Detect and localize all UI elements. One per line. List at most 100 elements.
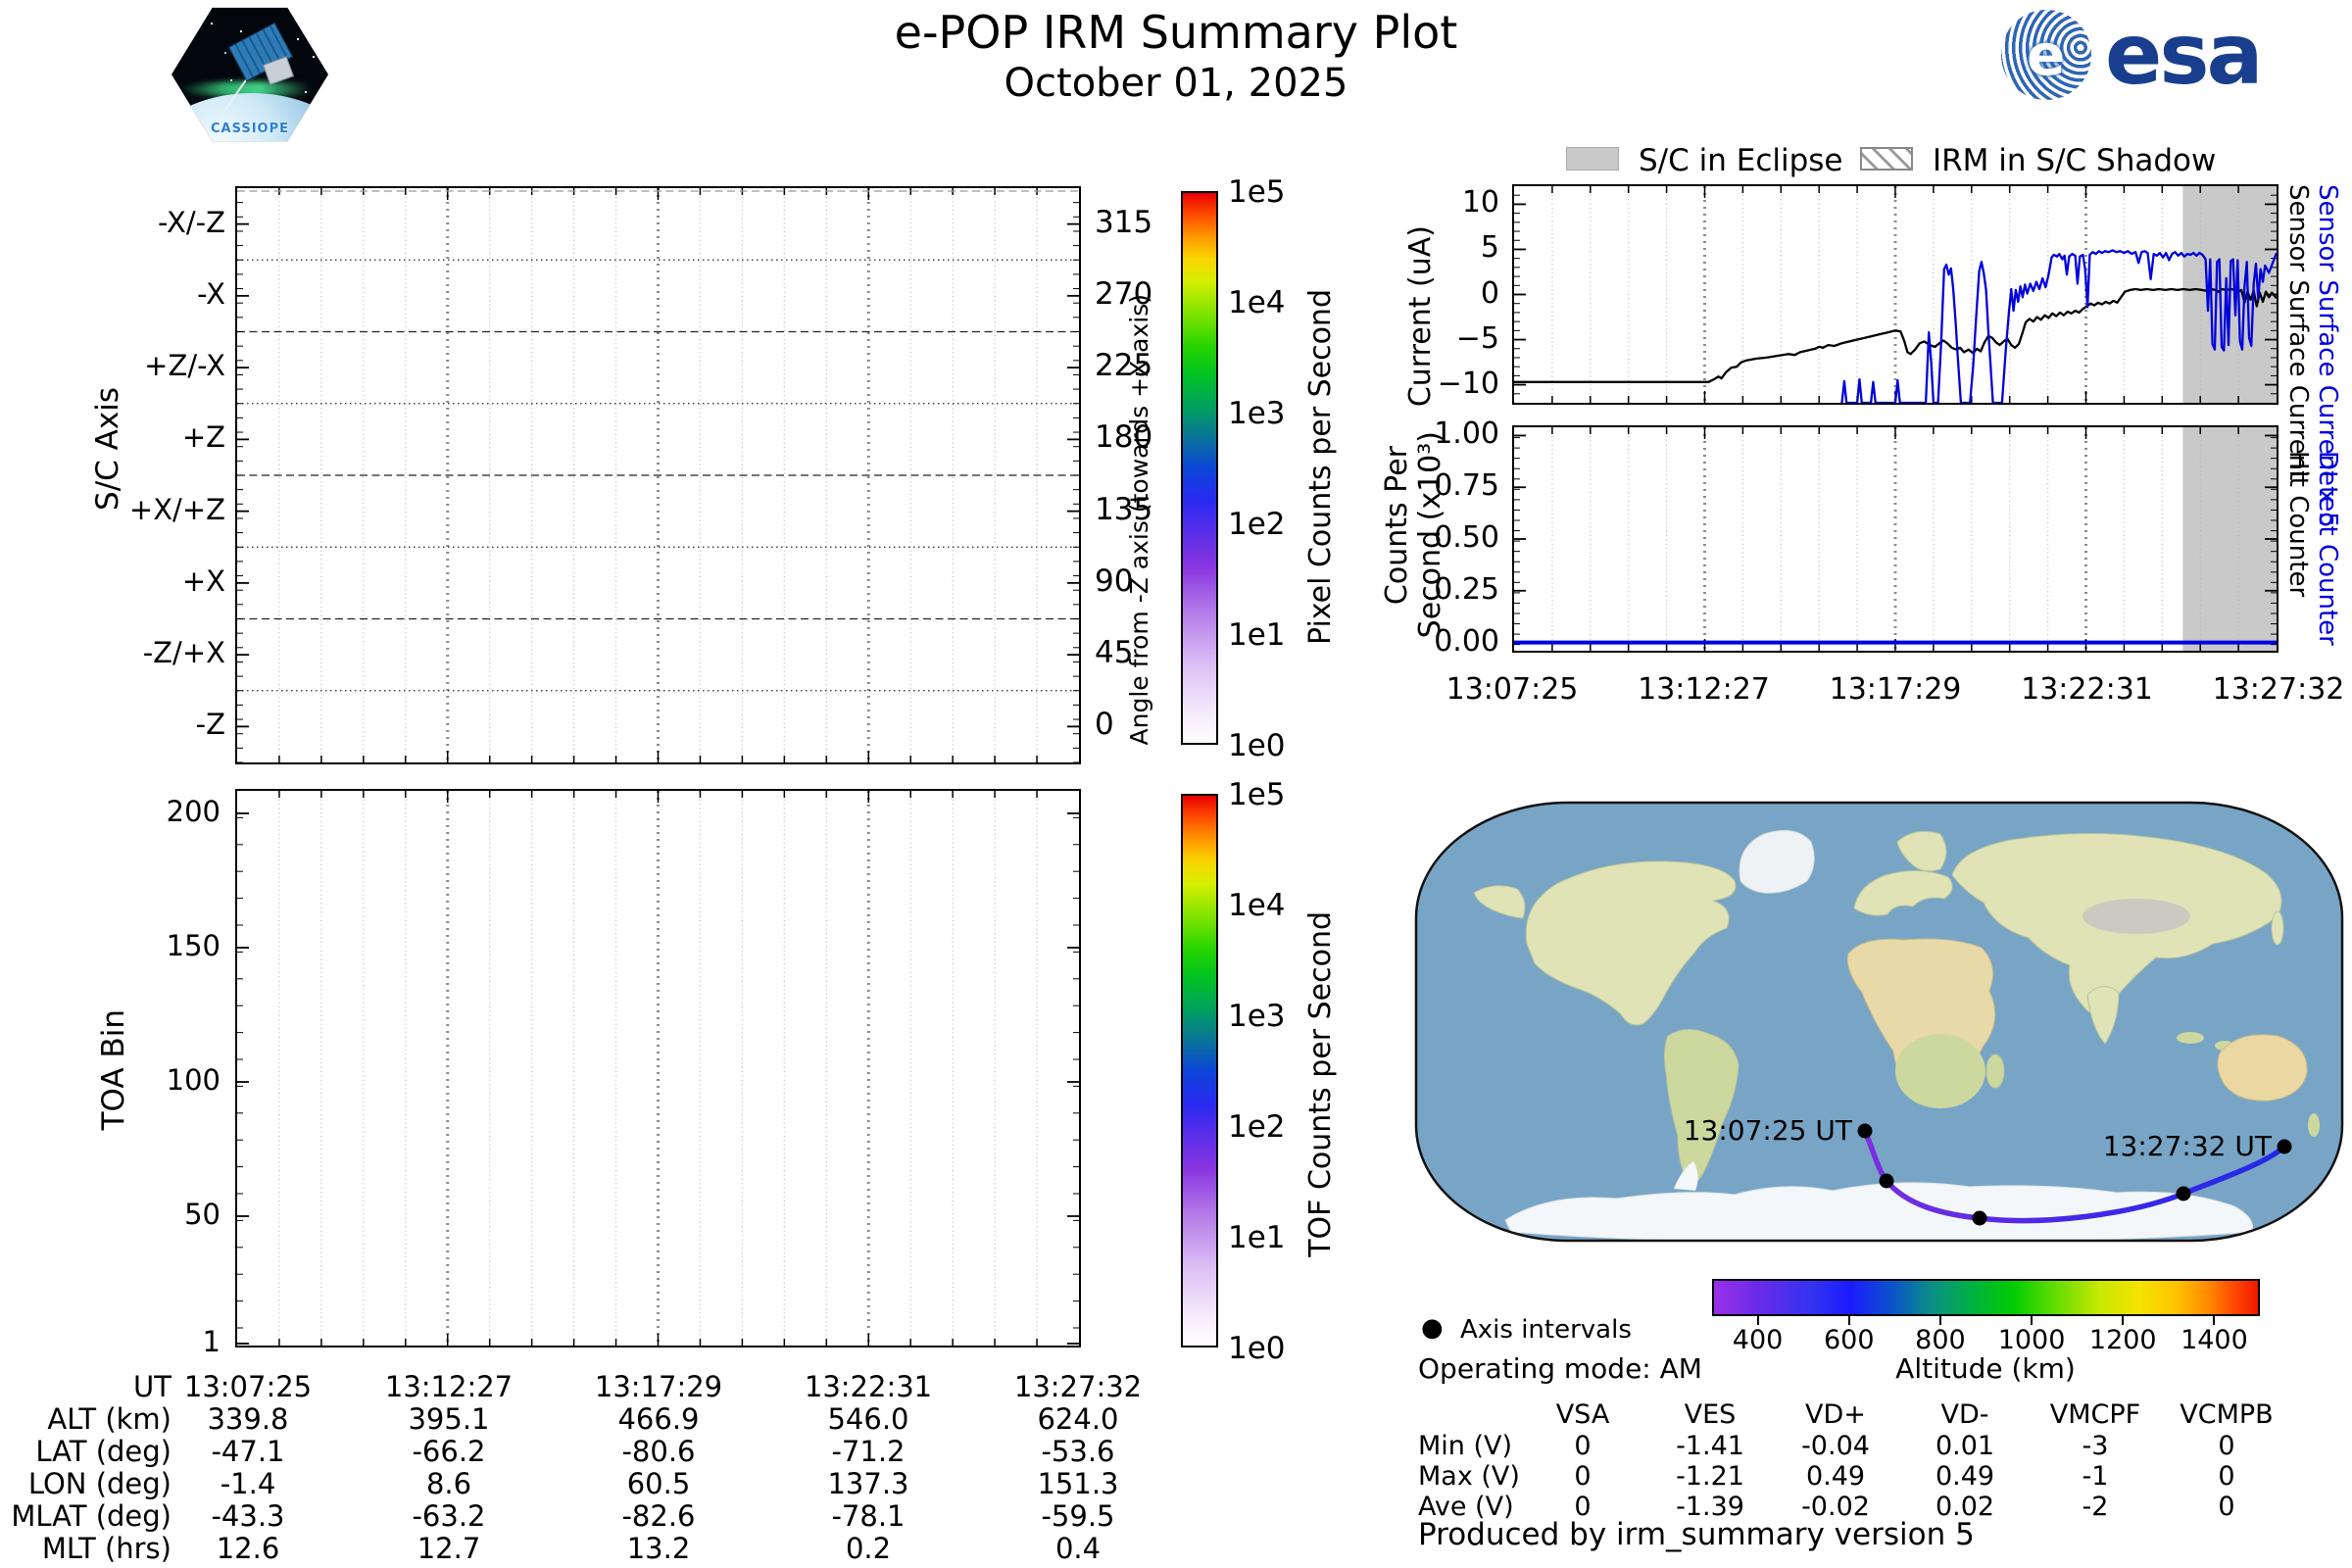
ground-track-map: 13:07:25 UT 13:27:32 UT xyxy=(1411,799,2347,1245)
ephemeris-cell: 0.2 xyxy=(780,1532,956,1565)
axis-intervals-label: Axis intervals xyxy=(1460,1315,1632,1345)
voltage-row-label: Max (V) xyxy=(1418,1461,1520,1492)
axis-interval-dot xyxy=(2278,1140,2292,1154)
eclipse-legend-swatch xyxy=(1566,147,1619,171)
badge-label: CASSIOPE xyxy=(172,122,328,136)
px-ytick-label: -Z xyxy=(59,708,225,741)
ephemeris-cell: 13:12:27 xyxy=(361,1370,537,1403)
ephemeris-cell: -71.2 xyxy=(780,1435,956,1468)
current-ytick-label: 5 xyxy=(1392,230,1499,265)
tof-ytick-label: 200 xyxy=(118,795,220,828)
tof-spectrogram-canvas xyxy=(237,791,1079,1346)
right-xtick-label: 13:27:32 xyxy=(2200,672,2352,707)
ephemeris-cell: 624.0 xyxy=(990,1402,1166,1436)
altitude-colorbar-label: Altitude (km) xyxy=(1858,1352,2113,1385)
right-xtick-label: 13:07:25 xyxy=(1434,672,1591,707)
axis-interval-dot xyxy=(2177,1187,2191,1201)
ephemeris-cell: 339.8 xyxy=(160,1402,336,1436)
ephemeris-cell: 137.3 xyxy=(780,1467,956,1500)
footer-text: Produced by irm_summary version 5 xyxy=(1418,1517,1975,1552)
alt-colorbar-tick xyxy=(2031,1316,2033,1325)
ephemeris-cell: -53.6 xyxy=(990,1435,1166,1468)
voltage-cell: 0 xyxy=(2153,1492,2300,1522)
current-right-label-black: Sensor Surface Current xyxy=(2283,184,2313,480)
ephemeris-cell: 466.9 xyxy=(570,1402,747,1436)
px-ytick-label: +Z xyxy=(59,420,225,454)
voltage-cell: -3 xyxy=(2022,1431,2169,1461)
voltage-row-label: Ave (V) xyxy=(1418,1492,1514,1522)
world-map-canvas: 13:07:25 UT 13:27:32 UT xyxy=(1411,799,2347,1245)
px-right-tick-label: 135 xyxy=(1095,492,1152,527)
tof-ytick-label: 50 xyxy=(118,1198,220,1231)
tof-colorbar-tick-label: 1e4 xyxy=(1228,888,1286,923)
voltage-cell: -2 xyxy=(2022,1492,2169,1522)
eclipse-legend-label: S/C in Eclipse xyxy=(1639,143,1843,178)
current-ytick-label: 0 xyxy=(1392,276,1499,311)
counts-ytick-label: 0.50 xyxy=(1401,520,1499,555)
right-xtick-label: 13:17:29 xyxy=(1817,672,1974,707)
counts-plot-canvas xyxy=(1514,427,2277,651)
pixel-colorbar-tick-label: 1e3 xyxy=(1228,396,1286,431)
shadow-legend-label: IRM in S/C Shadow xyxy=(1933,143,2216,178)
ephemeris-cell: -66.2 xyxy=(361,1435,537,1468)
operating-mode: Operating mode: AM xyxy=(1418,1352,1702,1385)
voltage-cell: 0.49 xyxy=(1891,1461,2038,1492)
px-right-tick-label: 315 xyxy=(1095,205,1152,240)
counts-right-label-black: Hit Counter xyxy=(2283,451,2313,597)
ephemeris-cell: -43.3 xyxy=(160,1499,336,1533)
counts-ytick-label: 1.00 xyxy=(1401,416,1499,451)
current-ytick-label: −10 xyxy=(1392,367,1499,401)
voltage-cell: 0.49 xyxy=(1762,1461,1909,1492)
page-date: October 01, 2025 xyxy=(0,61,2352,106)
ephemeris-cell: 13:27:32 xyxy=(990,1370,1166,1403)
px-right-tick-label: 270 xyxy=(1095,276,1152,312)
voltage-cell: -0.04 xyxy=(1762,1431,1909,1461)
voltage-column-header: VD+ xyxy=(1762,1399,1909,1430)
ephemeris-cell: 546.0 xyxy=(780,1402,956,1436)
page-title: e-POP IRM Summary Plot xyxy=(0,6,2352,59)
counts-right-label-blue: Detect Counter xyxy=(2313,451,2342,646)
ephemeris-cell: 13:07:25 xyxy=(160,1370,336,1403)
px-ytick-label: -X xyxy=(59,277,225,311)
alt-colorbar-tick xyxy=(2122,1316,2124,1325)
ephemeris-cell: -59.5 xyxy=(990,1499,1166,1533)
tof-colorbar-tick-label: 1e3 xyxy=(1228,999,1286,1034)
voltage-column-header: VSA xyxy=(1509,1399,1656,1430)
ephemeris-cell: 13:22:31 xyxy=(780,1370,956,1403)
ephemeris-row-label: MLT (hrs) xyxy=(10,1532,172,1565)
tof-colorbar-label: TOF Counts per Second xyxy=(1303,911,1338,1257)
px-right-tick-label: 180 xyxy=(1095,419,1152,455)
alt-colorbar-tick xyxy=(2213,1316,2215,1325)
px-ytick-label: +X xyxy=(59,564,225,598)
tof-ytick-label: 150 xyxy=(118,929,220,962)
voltage-cell: 0 xyxy=(1509,1431,1656,1461)
track-end-label: 13:27:32 UT xyxy=(2103,1130,2273,1162)
current-plot xyxy=(1512,184,2278,405)
voltage-cell: 0.02 xyxy=(1891,1492,2038,1522)
voltage-column-header: VD- xyxy=(1891,1399,2038,1430)
tof-colorbar-tick-label: 1e2 xyxy=(1228,1109,1286,1145)
voltage-cell: 0.01 xyxy=(1891,1431,2038,1461)
ephemeris-row-label: UT xyxy=(10,1370,172,1403)
track-start-label: 13:07:25 UT xyxy=(1684,1114,1853,1147)
altitude-colorbar xyxy=(1712,1279,2260,1316)
shadow-legend-swatch xyxy=(1860,147,1913,171)
tof-spectrogram-plot xyxy=(235,789,1081,1348)
ephemeris-row-label: LON (deg) xyxy=(10,1467,172,1500)
pixel-colorbar-label: Pixel Counts per Second xyxy=(1303,289,1338,645)
voltage-cell: -1 xyxy=(2022,1461,2169,1492)
voltage-cell: 0 xyxy=(1509,1492,1656,1522)
tof-colorbar-tick-label: 1e5 xyxy=(1228,777,1286,812)
ephemeris-cell: -82.6 xyxy=(570,1499,747,1533)
voltage-column-header: VMCPF xyxy=(2022,1399,2169,1430)
ephemeris-cell: -63.2 xyxy=(361,1499,537,1533)
counts-ytick-label: 0.00 xyxy=(1401,624,1499,659)
px-ytick-label: -X/-Z xyxy=(59,206,225,239)
tof-ytick-label: 1 xyxy=(118,1325,220,1358)
pixel-colorbar-tick-label: 1e2 xyxy=(1228,507,1286,542)
current-ytick-label: −5 xyxy=(1392,321,1499,356)
pixel-colorbar xyxy=(1181,191,1218,745)
ephemeris-cell: 60.5 xyxy=(570,1467,747,1500)
ephemeris-cell: -78.1 xyxy=(780,1499,956,1533)
alt-colorbar-tick xyxy=(1848,1316,1850,1325)
